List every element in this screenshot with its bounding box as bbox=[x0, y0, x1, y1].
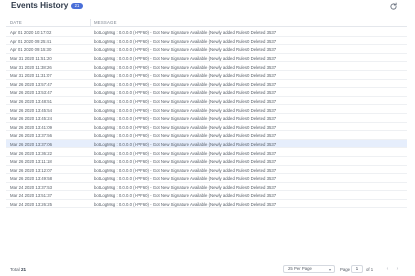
events-history-header: Events History 21 bbox=[0, 0, 415, 14]
event-date: Mar 26 2020 13:11:18 bbox=[10, 159, 52, 165]
chevron-down-icon: ▾ bbox=[328, 267, 331, 272]
event-date: Mar 31 2020 11:38:26 bbox=[10, 64, 52, 70]
event-message: botLogMsg : 0.0.0.0 (I-PF60) - Got New S… bbox=[94, 167, 277, 173]
total-label: Total bbox=[10, 267, 20, 272]
page-number-input[interactable]: 1 bbox=[351, 265, 363, 273]
table-row[interactable]: Mar 31 2020 11:31:07 botLogMsg : 0.0.0.0 … bbox=[6, 71, 407, 80]
event-message: botLogMsg : 0.0.0.0 (I-PF60) - Got New S… bbox=[94, 202, 277, 208]
table-footer: Total 21 25 Per Page ▾ Page 1 of 1 ‹ › bbox=[0, 264, 415, 276]
table-row[interactable]: Mar 26 2020 13:37:56 botLogMsg : 0.0.0.0 … bbox=[6, 131, 407, 140]
event-date: Mar 24 2020 13:37:53 bbox=[10, 184, 53, 190]
page-label: Page bbox=[340, 267, 351, 272]
table-row[interactable]: Mar 26 2020 13:48:51 botLogMsg : 0.0.0.0 … bbox=[6, 97, 407, 106]
table-row[interactable]: Mar 26 2020 13:11:18 botLogMsg : 0.0.0.0 … bbox=[6, 157, 407, 166]
event-message: botLogMsg : 0.0.0.0 (I-PF60) - Got New S… bbox=[94, 107, 277, 113]
table-row[interactable]: Mar 24 2020 13:26:25 botLogMsg : 0.0.0.0 … bbox=[6, 200, 407, 209]
event-message: botLogMsg : 0.0.0.0 (I-PF60) - Got New S… bbox=[94, 184, 277, 190]
event-message: botLogMsg : 0.0.0.0 (I-PF60) - Got New S… bbox=[94, 133, 277, 139]
table-row[interactable]: Mar 26 2020 13:57:47 botLogMsg : 0.0.0.0 … bbox=[6, 80, 407, 89]
event-date: Mar 26 2020 13:57:47 bbox=[10, 81, 53, 87]
event-count-badge: 21 bbox=[71, 3, 83, 9]
table-row[interactable]: Mar 26 2020 13:45:54 botLogMsg : 0.0.0.0 … bbox=[6, 105, 407, 114]
event-date: Mar 26 2020 13:41:09 bbox=[10, 124, 53, 130]
event-date: Mar 24 2020 13:51:37 bbox=[10, 193, 53, 199]
table-row[interactable]: Apr 01 2020 09:25:41 botLogMsg : 0.0.0.0 … bbox=[6, 37, 407, 46]
per-page-value: 25 Per Page bbox=[288, 266, 312, 271]
event-date: Mar 26 2020 13:45:54 bbox=[10, 107, 53, 113]
event-message: botLogMsg : 0.0.0.0 (I-PF60) - Got New S… bbox=[94, 176, 277, 182]
event-message: botLogMsg : 0.0.0.0 (I-PF60) - Got New S… bbox=[94, 159, 277, 165]
event-date: Mar 26 2020 13:53:47 bbox=[10, 90, 53, 96]
event-date: Mar 26 2020 13:49:58 bbox=[10, 176, 53, 182]
event-date: Apr 01 2020 10:17:02 bbox=[10, 30, 52, 36]
event-date: Mar 24 2020 13:26:25 bbox=[10, 202, 53, 208]
event-message: botLogMsg : 0.0.0.0 (I-PF60) - Got New S… bbox=[94, 141, 277, 147]
table-row[interactable]: Apr 01 2020 09:15:30 botLogMsg : 0.0.0.0 … bbox=[6, 45, 407, 54]
event-message: botLogMsg : 0.0.0.0 (I-PF60) - Got New S… bbox=[94, 47, 277, 53]
event-message: botLogMsg : 0.0.0.0 (I-PF60) - Got New S… bbox=[94, 38, 277, 44]
table-row[interactable]: Mar 26 2020 13:12:07 botLogMsg : 0.0.0.0 … bbox=[6, 166, 407, 175]
event-date: Mar 26 2020 13:48:51 bbox=[10, 98, 53, 104]
table-row[interactable]: Mar 31 2020 11:51:20 botLogMsg : 0.0.0.0 … bbox=[6, 54, 407, 63]
chevron-right-icon[interactable]: › bbox=[394, 266, 401, 273]
event-date: Mar 31 2020 11:51:20 bbox=[10, 55, 52, 61]
event-message: botLogMsg : 0.0.0.0 (I-PF60) - Got New S… bbox=[94, 124, 277, 130]
total-count: Total 21 bbox=[10, 267, 26, 272]
table-row[interactable]: Mar 26 2020 13:41:09 botLogMsg : 0.0.0.0 … bbox=[6, 123, 407, 132]
page-total-label: of 1 bbox=[366, 267, 374, 272]
event-message: botLogMsg : 0.0.0.0 (I-PF60) - Got New S… bbox=[94, 150, 277, 156]
event-date: Mar 26 2020 13:37:06 bbox=[10, 141, 53, 147]
table-body: Apr 01 2020 10:17:02 botLogMsg : 0.0.0.0 … bbox=[6, 28, 407, 209]
table-header: DATE MESSAGE bbox=[6, 18, 407, 27]
event-date: Mar 26 2020 13:12:07 bbox=[10, 167, 53, 173]
table-row[interactable]: Mar 26 2020 13:53:47 botLogMsg : 0.0.0.0 … bbox=[6, 88, 407, 97]
table-row[interactable]: Mar 24 2020 13:37:53 botLogMsg : 0.0.0.0 … bbox=[6, 183, 407, 192]
event-date: Mar 26 2020 13:37:56 bbox=[10, 133, 53, 139]
page-title: Events History bbox=[11, 1, 69, 10]
event-message: botLogMsg : 0.0.0.0 (I-PF60) - Got New S… bbox=[94, 98, 277, 104]
event-date: Apr 01 2020 09:15:30 bbox=[10, 47, 52, 53]
event-message: botLogMsg : 0.0.0.0 (I-PF60) - Got New S… bbox=[94, 116, 277, 122]
column-header-message[interactable]: MESSAGE bbox=[94, 20, 117, 25]
table-row[interactable]: Mar 31 2020 11:38:26 botLogMsg : 0.0.0.0 … bbox=[6, 62, 407, 71]
event-message: botLogMsg : 0.0.0.0 (I-PF60) - Got New S… bbox=[94, 30, 277, 36]
chevron-left-icon[interactable]: ‹ bbox=[384, 266, 391, 273]
table-row[interactable]: Mar 26 2020 13:36:22 botLogMsg : 0.0.0.0 … bbox=[6, 148, 407, 157]
per-page-select[interactable]: 25 Per Page ▾ bbox=[283, 265, 335, 273]
table-row[interactable]: Mar 26 2020 13:49:58 botLogMsg : 0.0.0.0 … bbox=[6, 174, 407, 183]
table-row[interactable]: Mar 24 2020 13:51:37 botLogMsg : 0.0.0.0 … bbox=[6, 191, 407, 200]
event-message: botLogMsg : 0.0.0.0 (I-PF60) - Got New S… bbox=[94, 193, 277, 199]
event-message: botLogMsg : 0.0.0.0 (I-PF60) - Got New S… bbox=[94, 73, 277, 79]
event-date: Mar 31 2020 11:31:07 bbox=[10, 73, 52, 79]
event-date: Mar 26 2020 13:45:24 bbox=[10, 116, 53, 122]
column-divider bbox=[90, 19, 91, 26]
event-message: botLogMsg : 0.0.0.0 (I-PF60) - Got New S… bbox=[94, 90, 277, 96]
table-row[interactable]: Apr 01 2020 10:17:02 botLogMsg : 0.0.0.0 … bbox=[6, 28, 407, 37]
event-message: botLogMsg : 0.0.0.0 (I-PF60) - Got New S… bbox=[94, 64, 277, 70]
total-value: 21 bbox=[20, 267, 27, 272]
column-header-date[interactable]: DATE bbox=[10, 20, 22, 25]
event-date: Mar 26 2020 13:36:22 bbox=[10, 150, 53, 156]
event-message: botLogMsg : 0.0.0.0 (I-PF60) - Got New S… bbox=[94, 55, 277, 61]
refresh-icon[interactable] bbox=[389, 2, 398, 11]
event-message: botLogMsg : 0.0.0.0 (I-PF60) - Got New S… bbox=[94, 81, 277, 87]
table-row[interactable]: Mar 26 2020 13:37:06 botLogMsg : 0.0.0.0 … bbox=[6, 139, 407, 149]
event-date: Apr 01 2020 09:25:41 bbox=[10, 38, 52, 44]
table-row[interactable]: Mar 26 2020 13:45:24 botLogMsg : 0.0.0.0 … bbox=[6, 114, 407, 123]
